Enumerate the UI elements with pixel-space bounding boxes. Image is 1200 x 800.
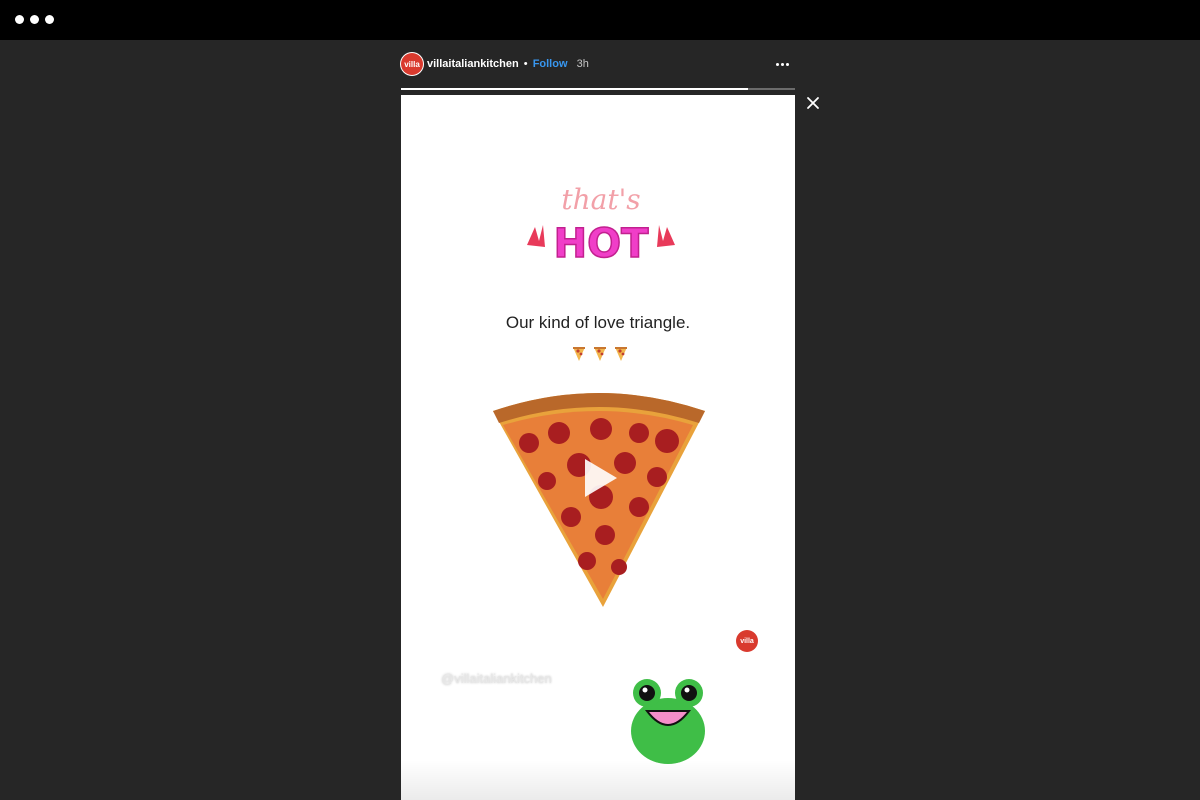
story-caption: Our kind of love triangle. bbox=[505, 313, 691, 332]
svg-text:HOT: HOT bbox=[554, 221, 649, 267]
svg-text:that's: that's bbox=[561, 183, 640, 216]
post-time: 3h bbox=[576, 58, 589, 70]
watermark-handle: @villaitaliankitchen bbox=[441, 671, 552, 686]
window-menu-icon[interactable] bbox=[15, 15, 54, 24]
separator-dot: • bbox=[523, 58, 528, 70]
header-text: villaitaliankitchen • Follow 3h bbox=[427, 58, 589, 70]
frog-sticker bbox=[631, 679, 705, 764]
window-bar bbox=[0, 0, 1200, 40]
story-progress-fill bbox=[401, 88, 748, 90]
villa-logo-badge: villa bbox=[736, 630, 758, 652]
close-icon[interactable] bbox=[806, 96, 820, 110]
bottom-gradient bbox=[401, 760, 795, 800]
story-header: villa villaitaliankitchen • Follow 3h bbox=[401, 52, 795, 80]
username-link[interactable]: villaitaliankitchen bbox=[427, 58, 519, 70]
pizza-emoji-row bbox=[573, 347, 627, 361]
story-viewer[interactable]: that's HOT Our kind of love triangle. vi… bbox=[401, 95, 795, 800]
more-options-icon[interactable] bbox=[776, 63, 789, 66]
play-icon[interactable] bbox=[575, 455, 621, 501]
follow-button[interactable]: Follow bbox=[533, 58, 568, 70]
thats-hot-sticker: that's HOT bbox=[527, 183, 675, 268]
avatar[interactable]: villa bbox=[401, 53, 423, 75]
story-progress-track bbox=[401, 88, 795, 90]
